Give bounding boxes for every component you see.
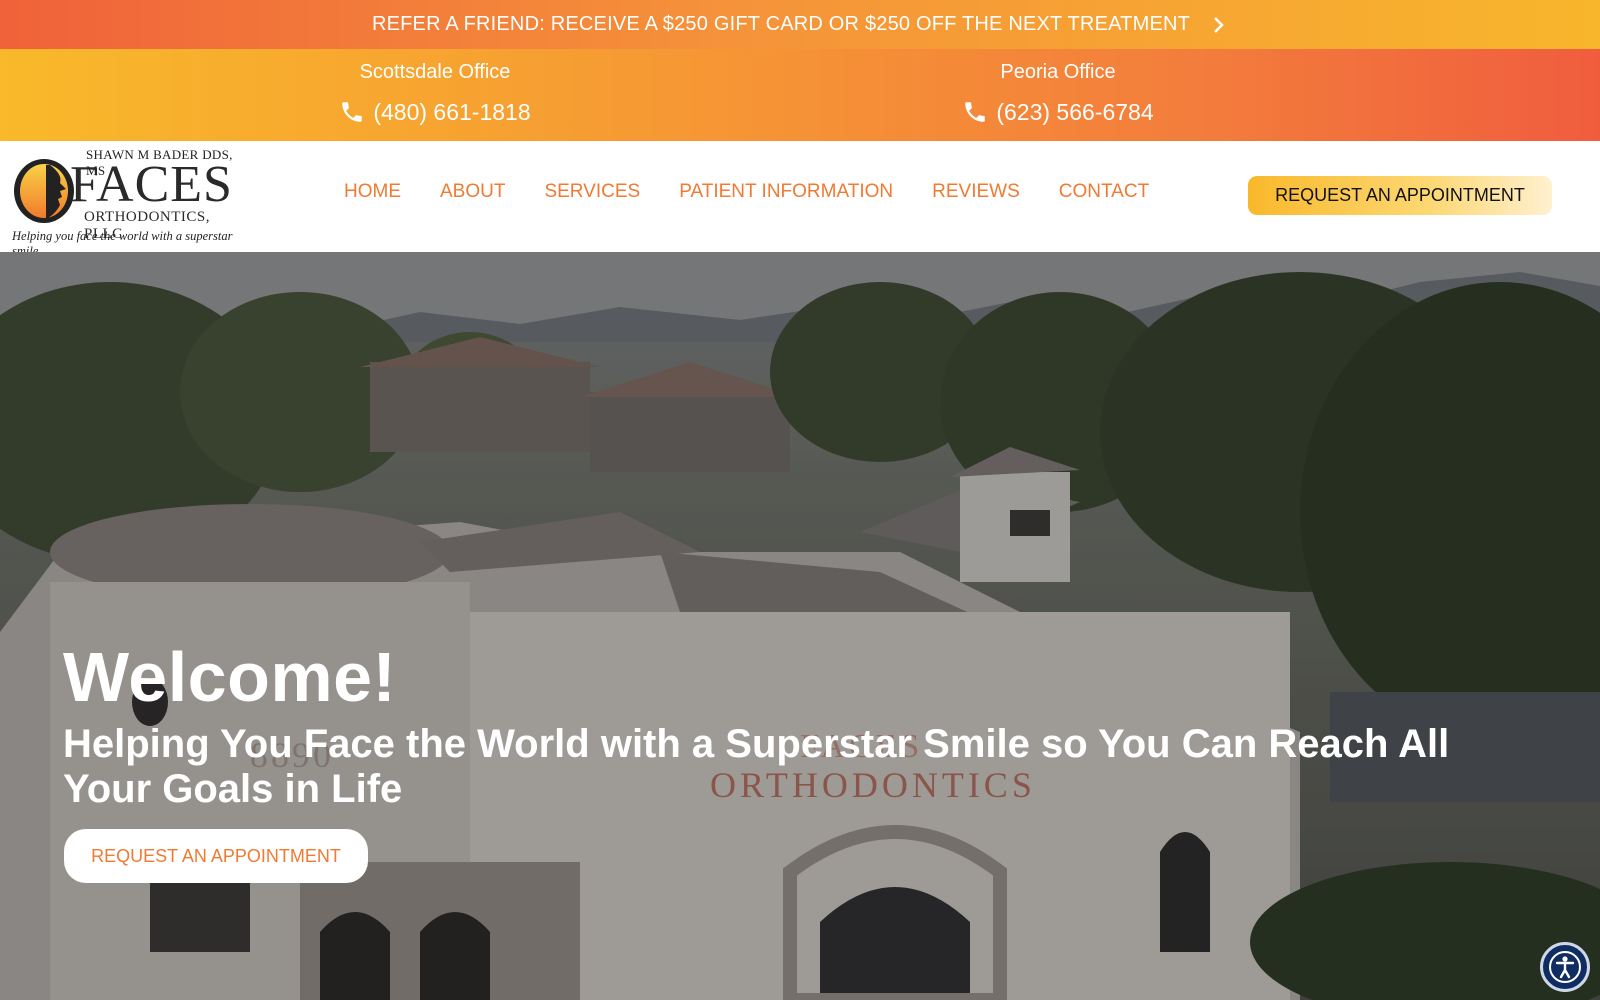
nav-contact[interactable]: CONTACT <box>1059 181 1149 203</box>
office-phone-link[interactable]: (623) 566-6784 <box>908 97 1208 127</box>
phone-icon <box>342 102 363 122</box>
nav-services[interactable]: SERVICES <box>544 181 640 203</box>
hero-title: Welcome! <box>63 638 397 716</box>
nav-reviews[interactable]: REVIEWS <box>932 181 1020 203</box>
logo-wordmark: FACES <box>70 156 233 213</box>
office-scottsdale: Scottsdale Office (480) 661-1818 <box>285 59 585 127</box>
offices-bar: Scottsdale Office (480) 661-1818 Peoria … <box>0 49 1600 141</box>
hero-overlay <box>0 252 1600 1000</box>
phone-icon <box>965 102 986 122</box>
main-nav: HOME ABOUT SERVICES PATIENT INFORMATION … <box>344 181 1188 203</box>
nav-about[interactable]: ABOUT <box>440 181 505 203</box>
office-phone-link[interactable]: (480) 661-1818 <box>285 97 585 127</box>
hero-request-appointment-button[interactable]: REQUEST AN APPOINTMENT <box>64 829 368 883</box>
promo-banner[interactable]: REFER A FRIEND: RECEIVE A $250 GIFT CARD… <box>0 0 1600 49</box>
accessibility-icon <box>1549 951 1581 983</box>
office-name: Peoria Office <box>1000 61 1116 83</box>
site-header: SHAWN M BADER DDS, MS FACES ORTHODONTICS… <box>0 141 1600 258</box>
nav-home[interactable]: HOME <box>344 181 401 203</box>
hero-subtitle: Helping You Face the World with a Supers… <box>63 722 1450 811</box>
chevron-right-icon <box>1208 15 1228 35</box>
request-appointment-button[interactable]: REQUEST AN APPOINTMENT <box>1248 176 1552 215</box>
office-phone-number: (480) 661-1818 <box>373 99 531 125</box>
office-name: Scottsdale Office <box>359 61 511 83</box>
hero-section: ORTHODONTICS FACES 8890 Welcome! Helping… <box>0 252 1600 1000</box>
nav-patient-information[interactable]: PATIENT INFORMATION <box>679 181 893 203</box>
logo[interactable]: SHAWN M BADER DDS, MS FACES ORTHODONTICS… <box>10 147 250 258</box>
accessibility-button[interactable] <box>1540 942 1590 992</box>
office-peoria: Peoria Office (623) 566-6784 <box>908 59 1208 127</box>
promo-text: REFER A FRIEND: RECEIVE A $250 GIFT CARD… <box>371 13 1191 35</box>
office-phone-number: (623) 566-6784 <box>996 99 1154 125</box>
